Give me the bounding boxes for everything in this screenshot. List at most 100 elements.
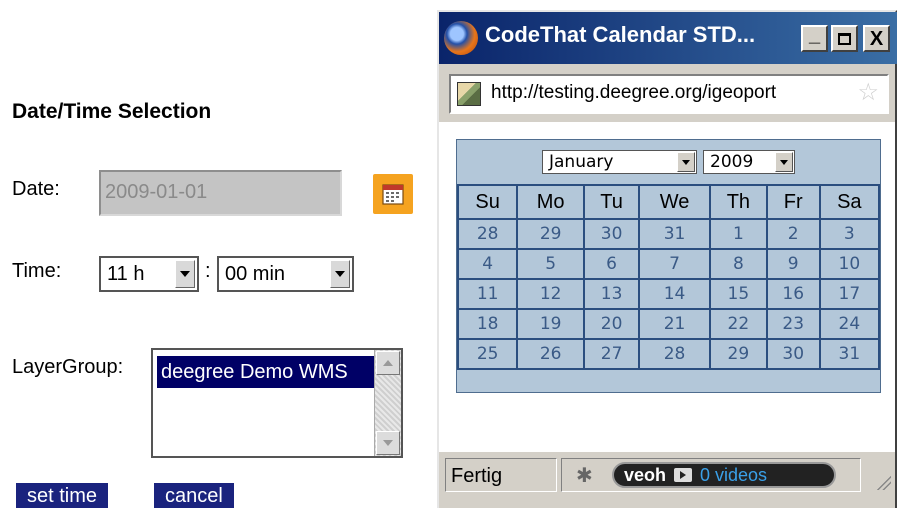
day-cell[interactable]: 19	[516, 308, 586, 340]
firefox-icon	[444, 21, 478, 55]
time-colon: :	[205, 260, 211, 282]
chevron-down-icon[interactable]	[330, 260, 350, 288]
day-cell[interactable]: 13	[583, 278, 641, 310]
week-row: 28 29 30 31 1 2 3	[456, 218, 881, 250]
resize-grip-icon[interactable]	[875, 474, 891, 490]
date-label: Date:	[12, 178, 60, 200]
day-cell[interactable]: 4	[456, 248, 519, 280]
status-bar: Fertig ✱ veoh 0 videos	[439, 454, 895, 508]
month-select[interactable]: January	[542, 150, 697, 174]
day-cell[interactable]: 11	[456, 278, 519, 310]
day-cell[interactable]: 16	[765, 278, 821, 310]
day-cell[interactable]: 9	[765, 248, 821, 280]
layergroup-listbox[interactable]: deegree Demo WMS	[151, 348, 403, 458]
day-cell[interactable]: 29	[708, 338, 768, 370]
time-label: Time:	[12, 260, 62, 282]
minimize-button[interactable]: _	[801, 25, 828, 52]
status-text: Fertig	[451, 465, 503, 487]
status-addons-cell: ✱ veoh 0 videos	[561, 458, 861, 492]
hour-select-value: 11 h	[107, 262, 145, 285]
day-cell[interactable]: 27	[583, 338, 641, 370]
close-button[interactable]: X	[863, 25, 890, 52]
weekday-header: Su	[456, 184, 519, 220]
tv-icon	[674, 468, 693, 482]
year-select[interactable]: 2009	[703, 150, 795, 174]
day-cell[interactable]: 8	[708, 248, 768, 280]
day-cell[interactable]: 28	[456, 218, 519, 250]
weekday-header: Sa	[818, 184, 881, 220]
day-cell[interactable]: 1	[708, 218, 768, 250]
year-select-value: 2009	[710, 152, 754, 172]
day-cell[interactable]: 6	[583, 248, 641, 280]
weekday-header: Fr	[765, 184, 821, 220]
veoh-logo: veoh	[624, 464, 667, 485]
weekday-header-row: Su Mo Tu We Th Fr Sa	[456, 184, 881, 220]
chevron-down-icon[interactable]	[677, 152, 695, 172]
listbox-scrollbar[interactable]	[374, 350, 401, 456]
veoh-widget[interactable]: veoh 0 videos	[612, 462, 836, 488]
calendar-glyph-icon	[382, 184, 404, 205]
week-row: 4 5 6 7 8 9 10	[456, 248, 881, 280]
address-bar[interactable]: http://testing.deegree.org/igeoport ☆	[449, 74, 889, 114]
day-cell[interactable]: 7	[638, 248, 711, 280]
page-title: Date/Time Selection	[12, 100, 212, 123]
day-cell[interactable]: 28	[638, 338, 711, 370]
minute-select[interactable]: 00 min	[217, 256, 354, 292]
hour-select[interactable]: 11 h	[99, 256, 199, 292]
minute-select-value: 00 min	[225, 262, 286, 285]
day-cell[interactable]: 31	[818, 338, 881, 370]
calendar-icon[interactable]	[373, 174, 413, 214]
url-text[interactable]: http://testing.deegree.org/igeoport	[491, 82, 776, 104]
bookmark-star-icon[interactable]: ☆	[857, 78, 879, 107]
minimize-icon: _	[808, 23, 821, 46]
day-cell[interactable]: 24	[818, 308, 881, 340]
weekday-header: Tu	[583, 184, 641, 220]
bug-icon[interactable]: ✱	[576, 463, 593, 488]
week-row: 25 26 27 28 29 30 31	[456, 338, 881, 370]
day-cell[interactable]: 25	[456, 338, 519, 370]
list-item[interactable]: deegree Demo WMS	[157, 356, 383, 388]
day-cell[interactable]: 18	[456, 308, 519, 340]
popup-content: January 2009 Su Mo Tu We Th Fr Sa 28 29 …	[439, 122, 895, 452]
calendar-widget: January 2009 Su Mo Tu We Th Fr Sa 28 29 …	[456, 139, 881, 393]
day-cell[interactable]: 22	[708, 308, 768, 340]
day-cell[interactable]: 14	[638, 278, 711, 310]
day-cell[interactable]: 30	[765, 338, 821, 370]
day-cell[interactable]: 30	[583, 218, 641, 250]
close-icon: X	[869, 27, 884, 50]
status-text-cell: Fertig	[445, 458, 557, 492]
chevron-down-icon[interactable]	[775, 152, 793, 172]
scroll-up-icon[interactable]	[376, 351, 400, 375]
date-field[interactable]: 2009-01-01	[99, 170, 342, 216]
veoh-video-count: 0 videos	[700, 464, 768, 485]
scroll-down-icon[interactable]	[376, 431, 400, 455]
day-cell[interactable]: 26	[516, 338, 586, 370]
cancel-button[interactable]: cancel	[154, 483, 234, 508]
weekday-header: Th	[708, 184, 768, 220]
window-title: CodeThat Calendar STD...	[485, 22, 756, 47]
day-cell[interactable]: 10	[818, 248, 881, 280]
day-cell[interactable]: 12	[516, 278, 586, 310]
maximize-button[interactable]	[831, 25, 858, 52]
week-row: 18 19 20 21 22 23 24	[456, 308, 881, 340]
layergroup-label: LayerGroup:	[12, 356, 124, 378]
month-select-value: January	[549, 152, 614, 172]
day-cell[interactable]: 31	[638, 218, 711, 250]
day-cell[interactable]: 23	[765, 308, 821, 340]
chevron-down-icon[interactable]	[175, 260, 195, 288]
calendar-popup-window: CodeThat Calendar STD... _ X http://test…	[437, 10, 897, 508]
day-cell[interactable]: 3	[818, 218, 881, 250]
calendar-grid: Su Mo Tu We Th Fr Sa 28 29 30 31 1 2 3 4…	[456, 184, 881, 370]
day-cell[interactable]: 29	[516, 218, 586, 250]
day-cell[interactable]: 5	[516, 248, 586, 280]
day-cell[interactable]: 2	[765, 218, 821, 250]
title-bar[interactable]: CodeThat Calendar STD... _ X	[439, 12, 897, 64]
day-cell[interactable]: 21	[638, 308, 711, 340]
weekday-header: We	[638, 184, 711, 220]
day-cell[interactable]: 17	[818, 278, 881, 310]
week-row: 11 12 13 14 15 16 17	[456, 278, 881, 310]
day-cell[interactable]: 20	[583, 308, 641, 340]
day-cell[interactable]: 15	[708, 278, 768, 310]
set-time-button[interactable]: set time	[16, 483, 109, 508]
maximize-icon	[838, 32, 851, 45]
